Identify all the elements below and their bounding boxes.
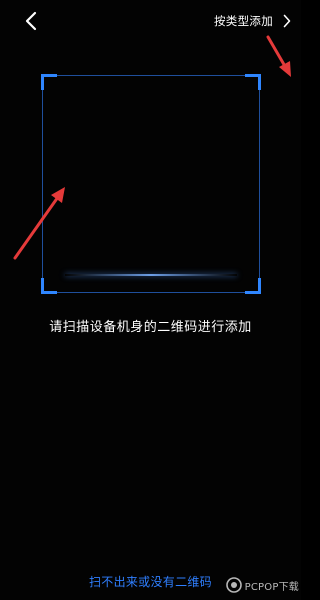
watermark-text: PCPOP下载: [244, 581, 299, 593]
chevron-right-icon: [283, 13, 293, 29]
scan-frame: [41, 74, 261, 294]
scan-corner-top-left: [41, 74, 57, 90]
chevron-left-icon: [25, 11, 37, 31]
back-button[interactable]: [18, 8, 44, 34]
scan-instruction: 请扫描设备机身的二维码进行添加: [49, 320, 252, 335]
pcpop-logo-icon: [225, 577, 242, 593]
add-by-type-label: 按类型添加: [214, 14, 273, 28]
arrow-to-add-by-type: [266, 35, 291, 77]
pcpop-watermark: PCPOP下载: [225, 574, 299, 596]
qr-scan-screen: 按类型添加 请扫描设备机身的二维码进行添加 扫不出来或没有二维码 PCPOP下载: [0, 0, 301, 600]
scan-line: [65, 274, 237, 276]
scan-corner-bottom-right: [245, 278, 261, 294]
scan-corner-top-right: [245, 74, 261, 90]
add-by-type-button[interactable]: 按类型添加: [214, 11, 293, 31]
scan-corner-bottom-left: [41, 278, 57, 294]
